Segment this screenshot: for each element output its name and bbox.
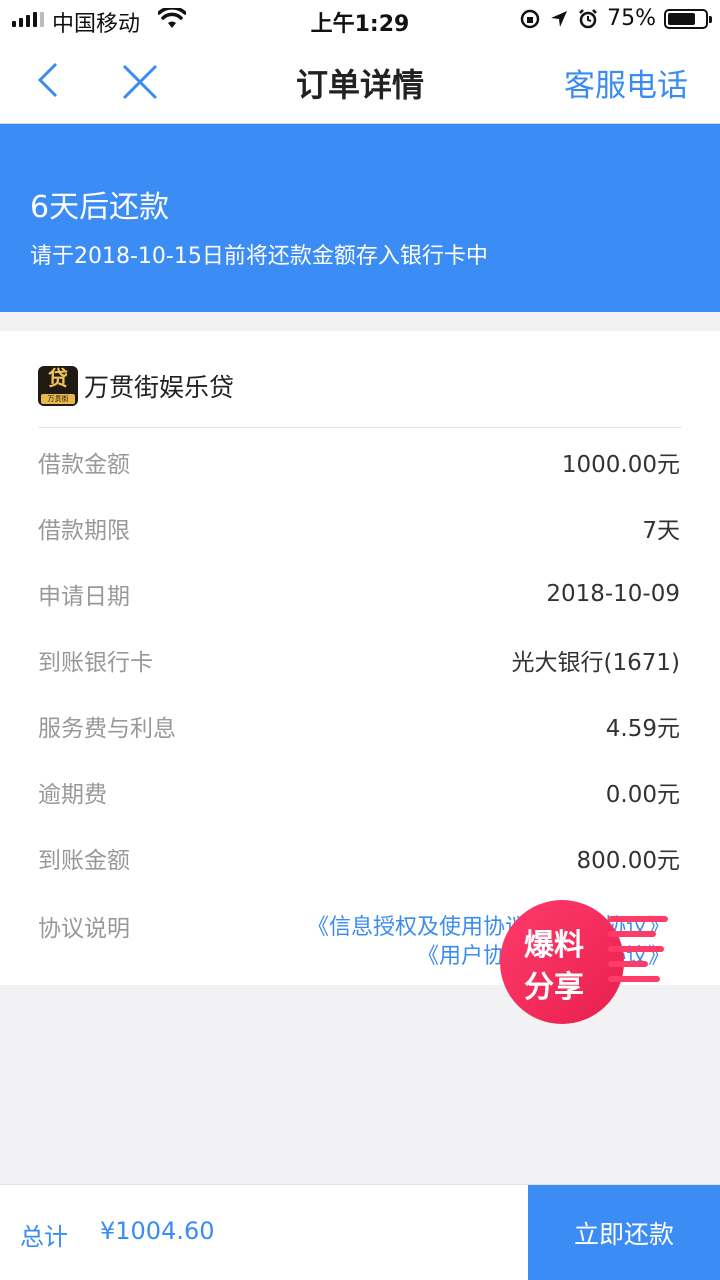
detail-label: 到账金额 [38, 848, 130, 874]
total-label: 总计 [20, 1223, 68, 1251]
agreement-label: 协议说明 [38, 916, 130, 942]
location-icon [551, 10, 568, 27]
detail-label: 逾期费 [38, 782, 107, 808]
detail-row-bank-card: 到账银行卡 光大银行(1671) [38, 640, 680, 680]
detail-label: 到账银行卡 [38, 650, 153, 676]
nav-bar: 订单详情 客服电话 [0, 40, 720, 124]
detail-label: 服务费与利息 [38, 716, 176, 742]
lender-logo-icon: 贷 万贯街 [38, 366, 78, 406]
repayment-banner: 6天后还款 请于2018-10-15日前将还款金额存入银行卡中 [0, 124, 720, 312]
battery-percent: 75% [607, 6, 656, 31]
battery-icon [664, 8, 712, 29]
detail-value: 光大银行(1671) [511, 650, 680, 676]
detail-value: 4.59元 [605, 716, 680, 742]
detail-value: 7天 [642, 518, 680, 544]
detail-row-received-amount: 到账金额 800.00元 [38, 838, 680, 878]
watermark-logo: 爆料 分享 [500, 900, 672, 1024]
repayment-countdown: 6天后还款 [30, 190, 170, 225]
total-amount: ¥1004.60 [100, 1217, 215, 1245]
repayment-note: 请于2018-10-15日前将还款金额存入银行卡中 [30, 244, 488, 269]
detail-label: 借款期限 [38, 518, 130, 544]
detail-label: 借款金额 [38, 452, 130, 478]
detail-value: 800.00元 [576, 848, 680, 874]
detail-value: 2018-10-09 [546, 581, 680, 607]
service-phone-link[interactable]: 客服电话 [564, 60, 688, 105]
lender-name: 万贯街娱乐贷 [84, 373, 235, 402]
divider [38, 427, 682, 428]
status-bar: 中国移动 上午1:29 75% [0, 0, 720, 40]
detail-value: 1000.00元 [561, 452, 680, 478]
alarm-icon [579, 8, 597, 28]
rotation-lock-icon [520, 9, 540, 28]
detail-label: 申请日期 [38, 584, 130, 610]
repay-now-button[interactable]: 立即还款 [528, 1185, 720, 1280]
detail-value: 0.00元 [605, 782, 680, 808]
detail-row-overdue-fee: 逾期费 0.00元 [38, 772, 680, 812]
detail-row-service-fee: 服务费与利息 4.59元 [38, 706, 680, 746]
detail-row-apply-date: 申请日期 2018-10-09 [38, 574, 680, 614]
order-detail-card: 贷 万贯街 万贯街娱乐贷 借款金额 1000.00元 借款期限 7天 申请日期 … [0, 331, 720, 985]
detail-row-loan-amount: 借款金额 1000.00元 [38, 442, 680, 482]
detail-row-loan-term: 借款期限 7天 [38, 508, 680, 548]
bottom-bar: 总计 ¥1004.60 立即还款 [0, 1184, 720, 1280]
lender-header: 贷 万贯街 万贯街娱乐贷 [38, 366, 234, 406]
